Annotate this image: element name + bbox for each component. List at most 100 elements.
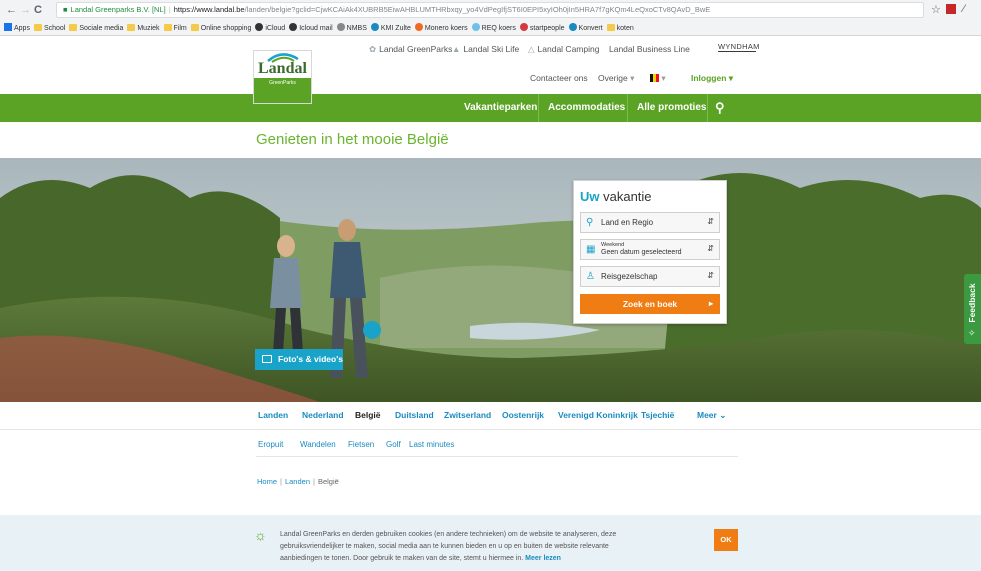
- date-select-label: Geen datum geselecteerd: [601, 249, 682, 256]
- breadcrumb-link[interactable]: Landen: [285, 477, 310, 486]
- nav-accommodaties[interactable]: Accommodaties: [548, 94, 625, 122]
- brand-camping-label: Landal Camping: [537, 44, 600, 54]
- folder-icon: [163, 24, 172, 31]
- folder-icon: [190, 24, 199, 31]
- location-pin-icon: ⚲: [586, 217, 594, 228]
- people-icon: ♙: [586, 271, 595, 282]
- country-tab[interactable]: Duitsland: [395, 410, 434, 420]
- cookie-text: Landal GreenParks en derden gebruiken co…: [280, 529, 640, 565]
- region-select[interactable]: ⚲ Land en Regio ⇵: [580, 212, 720, 233]
- bookmark-item[interactable]: Sociale media: [69, 21, 123, 36]
- brand-link-business[interactable]: Landal Business Line: [609, 44, 690, 54]
- address-bar[interactable]: ■ Landal Greenparks B.V. [NL] | https://www…: [56, 2, 924, 18]
- country-tab[interactable]: Zwitserland: [444, 410, 491, 420]
- bookmark-item[interactable]: startpeople: [519, 21, 565, 36]
- nav-vakantieparken[interactable]: Vakantieparken: [464, 94, 537, 122]
- bookmark-item[interactable]: School: [33, 21, 65, 36]
- bookmark-label: Konvert: [578, 25, 603, 32]
- eyedropper-extension-icon[interactable]: ⁄: [963, 3, 965, 15]
- folder-icon: [69, 24, 78, 31]
- chevron-down-icon: ⌄: [716, 410, 727, 420]
- party-select[interactable]: ♙ Reisgezelschap ⇵: [580, 266, 720, 287]
- bookmark-item[interactable]: Film: [163, 21, 187, 36]
- flag-be-red: [656, 74, 659, 82]
- nav-divider: [538, 94, 539, 122]
- pdf-extension-icon[interactable]: [946, 4, 956, 14]
- country-tab[interactable]: België: [355, 410, 381, 420]
- contact-link[interactable]: Contacteer ons: [530, 73, 588, 83]
- bookmark-star-icon[interactable]: ☆: [931, 3, 941, 16]
- login-link[interactable]: Inloggen ▾: [691, 73, 733, 84]
- main-navigation: Vakantieparken Accommodaties Alle promot…: [0, 94, 981, 122]
- sub-tab[interactable]: Fietsen: [348, 440, 374, 449]
- read-more-link[interactable]: Meer lezen: [525, 555, 561, 562]
- landal-logo[interactable]: Landal GreenParks: [253, 50, 312, 104]
- nav-alle-promoties[interactable]: Alle promoties: [637, 94, 706, 122]
- bookmark-item[interactable]: iCloud: [255, 21, 285, 36]
- widget-title-rest: vakantie: [599, 189, 652, 204]
- bookmark-item[interactable]: Konvert: [568, 21, 603, 36]
- brand-link-greenparks[interactable]: ✿ Landal GreenParks: [369, 44, 452, 55]
- select-arrows-icon: ⇵: [707, 271, 714, 280]
- logo-wordmark: Landal: [258, 60, 307, 77]
- date-select-sublabel: Weekend: [601, 242, 625, 248]
- sub-tab[interactable]: Wandelen: [300, 440, 336, 449]
- search-icon[interactable]: ⚲: [715, 94, 725, 122]
- login-label: Inloggen: [691, 73, 727, 83]
- bookmark-item[interactable]: Apps: [4, 21, 30, 36]
- bookmark-label: Monero koers: [424, 25, 468, 32]
- country-tab[interactable]: Oostenrijk: [502, 410, 544, 420]
- hero-image: [0, 158, 981, 402]
- back-button[interactable]: ←: [6, 3, 17, 17]
- photos-videos-label: Foto's & video's: [278, 354, 343, 364]
- sub-tab[interactable]: Golf: [386, 440, 401, 449]
- country-tab[interactable]: Meer ⌄: [697, 410, 726, 421]
- sub-tabs-divider: [256, 456, 738, 457]
- camera-icon: [262, 355, 272, 363]
- secure-site-label: Landal Greenparks B.V. [NL]: [70, 5, 166, 14]
- globe-icon: [568, 23, 577, 31]
- search-and-book-button[interactable]: Zoek en boek ▸: [580, 294, 720, 314]
- breadcrumb-link[interactable]: Home: [257, 477, 277, 486]
- brand-link-camping[interactable]: △ Landal Camping: [528, 44, 599, 55]
- bookmark-item[interactable]: KMI Zulte: [370, 21, 411, 36]
- sub-tab[interactable]: Last minutes: [409, 440, 454, 449]
- bookmark-item[interactable]: Monero koers: [414, 21, 468, 36]
- bookmark-item[interactable]: koten: [606, 21, 634, 36]
- apple-icon: [289, 23, 298, 31]
- breadcrumb-current: België: [317, 477, 339, 486]
- cookie-ok-button[interactable]: OK: [714, 529, 738, 551]
- forward-button[interactable]: →: [20, 3, 31, 17]
- gear-icon: [519, 23, 528, 31]
- bookmark-item[interactable]: REQ koers: [471, 21, 516, 36]
- bookmark-item[interactable]: Icloud mail: [289, 21, 333, 36]
- brand-link-skilife[interactable]: ▲ Landal Ski Life: [452, 44, 519, 54]
- other-menu[interactable]: Overige ▾: [598, 73, 634, 84]
- wyndham-logo[interactable]: WYNDHAM: [718, 42, 759, 52]
- reload-button[interactable]: C: [34, 3, 42, 17]
- photos-videos-button[interactable]: Foto's & video's: [255, 349, 343, 370]
- sub-tab[interactable]: Eropuit: [258, 440, 283, 449]
- country-tab[interactable]: Tsjechië: [641, 410, 674, 420]
- select-arrows-icon: ⇵: [707, 244, 714, 253]
- region-select-label: Land en Regio: [601, 218, 654, 227]
- country-tab-label: Zwitserland: [444, 410, 492, 420]
- url-host: https://www.landal.be: [173, 5, 245, 14]
- country-tab[interactable]: Landen: [258, 410, 288, 420]
- bookmark-label: KMI Zulte: [380, 25, 411, 32]
- bookmark-label: startpeople: [529, 25, 565, 32]
- country-tab[interactable]: Nederland: [302, 410, 344, 420]
- folder-icon: [606, 24, 615, 31]
- bookmark-item[interactable]: Muziek: [127, 21, 160, 36]
- date-select[interactable]: ▦ Weekend Geen datum geselecteerd ⇵: [580, 239, 720, 260]
- url-path: /landen/belgie?gclid=CjwKCAiAk4XUBRB5Eiw…: [244, 5, 711, 14]
- chevron-right-icon: ▸: [708, 299, 713, 308]
- bookmark-item[interactable]: NMBS: [336, 21, 367, 36]
- lightbulb-icon: ☼: [254, 527, 267, 543]
- bookmark-item[interactable]: Online shopping: [190, 21, 251, 36]
- country-tab-label: Oostenrijk: [502, 410, 545, 420]
- language-selector[interactable]: ▾: [650, 73, 666, 84]
- country-tab[interactable]: Verenigd Koninkrijk: [558, 410, 638, 420]
- feedback-tab[interactable]: Feedback ✧: [964, 274, 981, 344]
- calendar-icon: ▦: [586, 244, 596, 255]
